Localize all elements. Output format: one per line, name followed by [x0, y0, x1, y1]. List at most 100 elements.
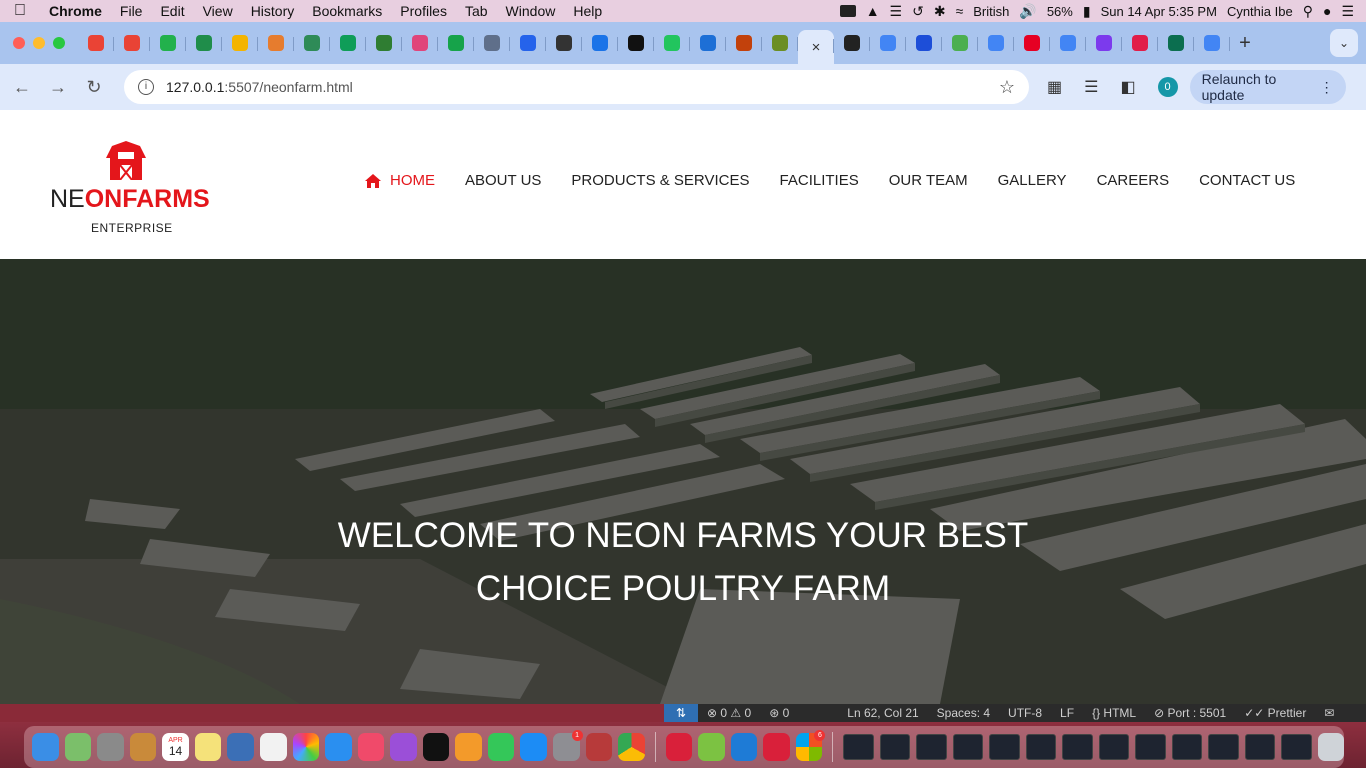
left-tab-8[interactable] [330, 28, 366, 58]
site-info-icon[interactable]: i [138, 79, 154, 95]
profile-avatar[interactable]: 0 [1157, 77, 1178, 97]
preview-icon[interactable] [227, 733, 254, 761]
minimized-window-4[interactable] [952, 734, 984, 760]
zoom-window-button[interactable] [53, 37, 65, 49]
dictionary-icon[interactable] [585, 733, 613, 761]
books-icon[interactable] [455, 733, 482, 761]
system-settings-icon[interactable]: 1 [553, 730, 583, 761]
vscode-icon[interactable] [730, 733, 758, 761]
microsoft-office-icon[interactable]: 6 [795, 730, 826, 761]
battery-percent[interactable]: 56% [1047, 4, 1073, 19]
menu-datetime[interactable]: Sun 14 Apr 5:35 PM [1101, 4, 1217, 19]
stickies-icon[interactable] [194, 733, 222, 761]
bookmark-star-icon[interactable]: ☆ [999, 77, 1015, 98]
reload-icon[interactable]: ↻ [76, 77, 112, 98]
right-tab-1[interactable] [834, 28, 870, 58]
menu-profiles[interactable]: Profiles [391, 3, 456, 19]
control-center-icon[interactable]: ☰ [1341, 4, 1354, 18]
time-machine-icon[interactable]: ↺ [912, 4, 924, 18]
minimized-window-3[interactable] [916, 734, 947, 760]
side-panel-icon[interactable]: ◧ [1120, 77, 1135, 97]
site-logo[interactable]: NEONFARMS ENTERPRISE [50, 140, 210, 250]
menu-window[interactable]: Window [497, 3, 565, 19]
minimized-window-9[interactable] [1135, 734, 1166, 760]
minimized-window-8[interactable] [1098, 734, 1130, 760]
menu-file[interactable]: File [111, 3, 152, 19]
right-tab-3[interactable] [906, 28, 942, 58]
language-mode[interactable]: {} HTML [1083, 706, 1145, 720]
left-tab-6[interactable] [258, 28, 294, 58]
remote-indicator-icon[interactable]: ⇅ [664, 704, 698, 722]
indentation[interactable]: Spaces: 4 [928, 706, 999, 720]
relaunch-button[interactable]: Relaunch to update ⋮ [1189, 70, 1346, 104]
left-tab-12[interactable] [474, 28, 510, 58]
forward-icon[interactable]: → [40, 77, 76, 98]
nav-about[interactable]: ABOUT US [465, 172, 541, 189]
nav-products[interactable]: PRODUCTS & SERVICES [571, 172, 749, 189]
minimized-window-13[interactable] [1281, 734, 1312, 760]
minimized-window-5[interactable] [989, 734, 1020, 760]
left-tab-11[interactable] [438, 28, 474, 58]
new-tab-button[interactable]: + [1230, 32, 1260, 55]
stack-icon[interactable]: ☰ [890, 4, 903, 18]
menu-bookmarks[interactable]: Bookmarks [303, 3, 391, 19]
notes-app-icon[interactable] [129, 733, 157, 761]
left-tab-18[interactable] [690, 28, 726, 58]
nav-home[interactable]: HOME [364, 172, 435, 189]
extensions-puzzle-icon[interactable]: ▦ [1047, 77, 1062, 97]
right-tab-6[interactable] [1014, 28, 1050, 58]
nav-facilities[interactable]: FACILITIES [780, 172, 859, 189]
minimize-window-button[interactable] [33, 37, 45, 49]
left-tab-19[interactable] [726, 28, 762, 58]
left-tab-9[interactable] [366, 28, 402, 58]
android-studio-icon[interactable] [698, 733, 725, 761]
notifications-bell-icon[interactable]: ✉ [1315, 706, 1343, 720]
arc-icon[interactable]: ▲ [866, 4, 880, 18]
cursor-position[interactable]: Ln 62, Col 21 [838, 706, 927, 720]
left-tab-3[interactable] [150, 28, 186, 58]
right-tab-7[interactable] [1050, 28, 1086, 58]
music-icon[interactable] [357, 733, 385, 761]
safari-icon[interactable] [325, 733, 352, 761]
right-tab-10[interactable] [1158, 28, 1194, 58]
right-tab-4[interactable] [942, 28, 978, 58]
maps-icon[interactable] [64, 733, 92, 761]
menu-edit[interactable]: Edit [151, 3, 193, 19]
left-tab-16[interactable] [618, 28, 654, 58]
menu-view[interactable]: View [194, 3, 242, 19]
facetime-icon[interactable] [487, 733, 515, 761]
app-store-icon[interactable] [520, 733, 547, 761]
nav-careers[interactable]: CAREERS [1097, 172, 1170, 189]
right-tab-9[interactable] [1122, 28, 1158, 58]
right-tab-2[interactable] [870, 28, 906, 58]
encoding[interactable]: UTF-8 [999, 706, 1051, 720]
menu-history[interactable]: History [242, 3, 304, 19]
left-tab-4[interactable] [186, 28, 222, 58]
apple-tv-icon[interactable] [422, 733, 450, 761]
ports-indicator[interactable]: ⊛ 0 [760, 706, 798, 720]
apple-menu-icon[interactable]:  [0, 2, 40, 20]
left-tab-10[interactable] [402, 28, 438, 58]
back-icon[interactable]: ← [4, 77, 40, 98]
bluetooth-icon[interactable]: ✱ [934, 4, 946, 18]
right-tab-8[interactable] [1086, 28, 1122, 58]
left-tab-5[interactable] [222, 28, 258, 58]
right-tab-11[interactable] [1194, 28, 1230, 58]
menu-app-name[interactable]: Chrome [40, 3, 111, 19]
active-tab[interactable]: × [798, 30, 834, 64]
finder-icon[interactable] [32, 733, 59, 761]
launchpad-icon[interactable] [97, 733, 124, 761]
menu-help[interactable]: Help [564, 3, 611, 19]
menu-user[interactable]: Cynthia Ibe [1227, 4, 1293, 19]
close-window-button[interactable] [13, 37, 25, 49]
tab-search-button[interactable]: ⌄ [1330, 29, 1358, 57]
volume-icon[interactable]: 🔊 [1019, 4, 1036, 18]
minimized-window-6[interactable] [1025, 734, 1057, 760]
minimized-window-11[interactable] [1208, 734, 1239, 760]
wifi-icon[interactable]: ≈ [956, 4, 964, 18]
address-bar[interactable]: i 127.0.0.1:5507/neonfarm.html ☆ [124, 70, 1029, 104]
video-camera-icon[interactable] [839, 5, 856, 17]
screen-recorder-icon[interactable] [763, 733, 790, 761]
left-tab-1[interactable] [78, 28, 114, 58]
menu-tab[interactable]: Tab [456, 3, 497, 19]
